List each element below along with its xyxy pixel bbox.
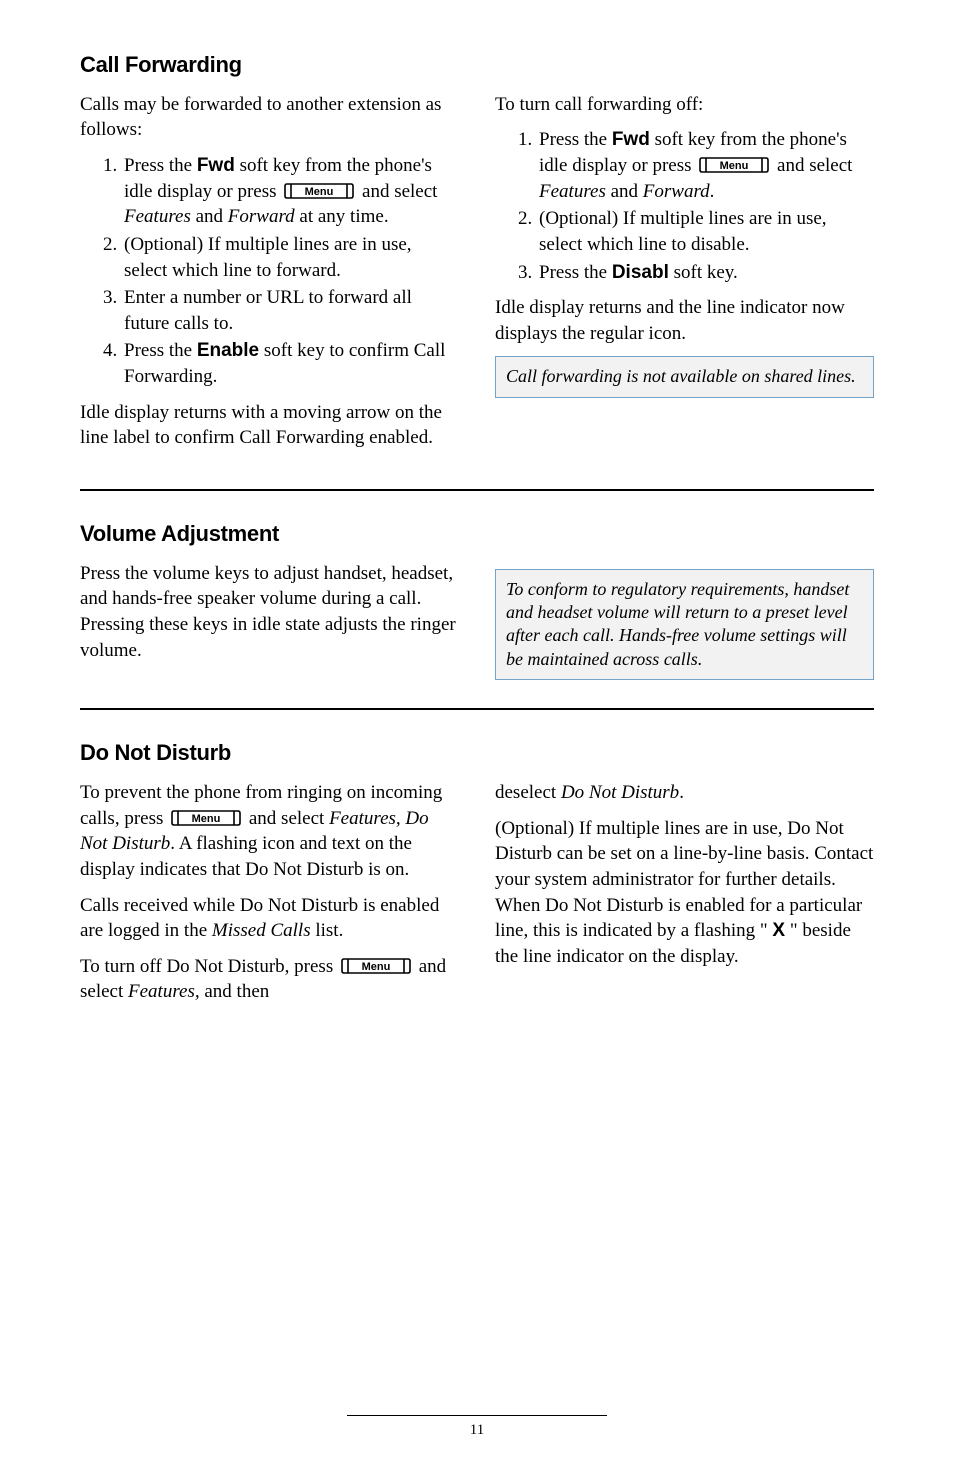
text: Press the [124, 340, 197, 361]
text: and [606, 181, 643, 202]
footer-rule [347, 1415, 607, 1416]
svg-text:Menu: Menu [192, 813, 221, 825]
text: at any time. [295, 206, 389, 227]
cf-off-outro: Idle display returns and the line indica… [495, 295, 874, 346]
left-column: To prevent the phone from ringing on inc… [80, 780, 459, 1015]
right-column: To turn call forwarding off: Press the F… [495, 92, 874, 461]
two-column-layout: Press the volume keys to adjust handset,… [80, 561, 874, 681]
cf-step-3: Enter a number or URL to forward all fut… [122, 285, 459, 336]
features-label: Features [124, 206, 191, 227]
cf-intro: Calls may be forwarded to another exten­… [80, 92, 459, 143]
text: Press the [539, 129, 612, 150]
cf-step-1: Press the Fwd soft key from the phone's … [122, 153, 459, 230]
text: and select [772, 155, 852, 176]
menu-button-icon: Menu [170, 809, 242, 827]
cf-disable-steps: Press the Fwd soft key from the phone's … [519, 127, 874, 285]
page-footer: 11 [80, 1415, 874, 1440]
svg-text:Menu: Menu [362, 961, 391, 973]
missed-calls-label: Missed Calls [212, 920, 311, 941]
svg-text:Menu: Menu [720, 160, 749, 172]
forward-label: Forward [643, 181, 710, 202]
section-volume: Volume Adjustment Press the volume keys … [80, 519, 874, 680]
text: Press the [124, 155, 197, 176]
text: . [710, 181, 715, 202]
heading-volume: Volume Adjustment [80, 519, 874, 549]
volume-body: Press the volume keys to adjust handset,… [80, 561, 459, 664]
heading-call-forwarding: Call Forwarding [80, 50, 874, 80]
disabl-softkey-label: Disabl [612, 262, 669, 283]
text: . [679, 782, 684, 803]
two-column-layout: To prevent the phone from ringing on inc… [80, 780, 874, 1015]
fwd-softkey-label: Fwd [612, 129, 650, 150]
right-column: To conform to regulatory requirements, h… [495, 561, 874, 681]
section-dnd: Do Not Disturb To prevent the phone from… [80, 738, 874, 1015]
cf-off-step-1: Press the Fwd soft key from the phone's … [537, 127, 874, 204]
text: and select [244, 808, 329, 829]
text: and then [200, 981, 270, 1002]
page-number: 11 [80, 1420, 874, 1440]
text: list. [311, 920, 344, 941]
left-column: Calls may be forwarded to another exten­… [80, 92, 459, 461]
section-divider [80, 489, 874, 491]
cf-step-4: Press the Enable soft key to confirm Cal… [122, 338, 459, 389]
fwd-softkey-label: Fwd [197, 155, 235, 176]
dnd-p2: Calls received while Do Not Disturb is e… [80, 893, 459, 944]
section-divider [80, 708, 874, 710]
dnd-p3: To turn off Do Not Disturb, press Menu a… [80, 954, 459, 1005]
right-column: deselect Do Not Disturb. (Optional) If m… [495, 780, 874, 1015]
dnd-right-p1: deselect Do Not Disturb. [495, 780, 874, 806]
enable-softkey-label: Enable [197, 340, 259, 361]
cf-outro: Idle display returns with a moving arrow… [80, 400, 459, 451]
text: To turn off Do Not Disturb, press [80, 956, 338, 977]
text: and select [357, 181, 437, 202]
text: soft key. [669, 262, 738, 283]
menu-button-icon: Menu [698, 156, 770, 174]
text: and [191, 206, 228, 227]
text: Press the [539, 262, 612, 283]
cf-step-2: (Optional) If multiple lines are in use,… [122, 232, 459, 283]
menu-button-icon: Menu [283, 182, 355, 200]
cf-off-step-2: (Optional) If multiple lines are in use,… [537, 206, 874, 257]
forward-label: Forward [228, 206, 295, 227]
dnd-p1: To prevent the phone from ringing on inc… [80, 780, 459, 883]
heading-dnd: Do Not Disturb [80, 738, 874, 768]
features-label: Features [539, 181, 606, 202]
cf-off-intro: To turn call forwarding off: [495, 92, 874, 118]
two-column-layout: Calls may be forwarded to another exten­… [80, 92, 874, 461]
volume-note-box: To conform to regulatory requirements, h… [495, 569, 874, 681]
menu-button-icon: Menu [340, 957, 412, 975]
cf-note-box: Call forwarding is not available on shar… [495, 356, 874, 397]
flashing-x-icon: X [772, 920, 785, 941]
dnd-right-p2: (Optional) If multiple lines are in use,… [495, 816, 874, 970]
features-label: Features, [128, 981, 200, 1002]
cf-off-step-3: Press the Disabl soft key. [537, 260, 874, 286]
cf-enable-steps: Press the Fwd soft key from the phone's … [104, 153, 459, 390]
svg-text:Menu: Menu [305, 186, 334, 198]
dnd-label: Do Not Disturb [561, 782, 679, 803]
text: deselect [495, 782, 561, 803]
left-column: Press the volume keys to adjust handset,… [80, 561, 459, 681]
section-call-forwarding: Call Forwarding Calls may be forwarded t… [80, 50, 874, 461]
